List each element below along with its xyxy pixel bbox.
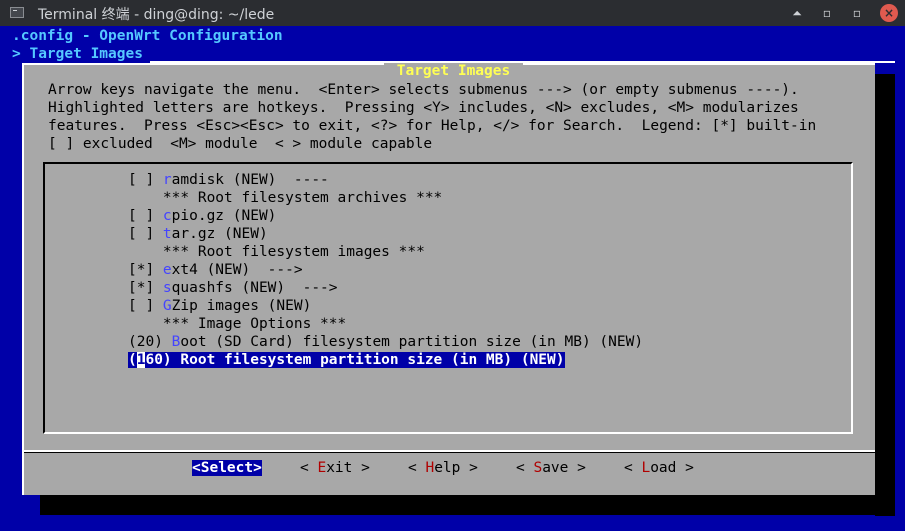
menu-item-squashfs[interactable]: [*] squashfs (NEW) --->: [128, 280, 338, 296]
hotkey-letter: G: [162, 298, 172, 314]
menu-comment-options: *** Image Options ***: [162, 316, 347, 332]
window-title: Terminal 终端 - ding@ding: ~/lede: [38, 7, 275, 23]
menu-item-ramdisk[interactable]: [ ] ramdisk (NEW) ----: [128, 172, 329, 188]
hotkey-letter: t: [162, 226, 172, 242]
help-button[interactable]: < Help >: [408, 460, 478, 476]
menu-item-targz[interactable]: [ ] tar.gz (NEW): [128, 226, 268, 242]
minimize-icon[interactable]: ▫: [818, 4, 836, 22]
dialog-shadow: [875, 74, 895, 516]
hotkey-letter: c: [162, 208, 172, 224]
select-button[interactable]: <Select>: [192, 460, 262, 476]
terminal-icon: [10, 7, 24, 18]
close-icon[interactable]: ×: [880, 4, 898, 22]
window-titlebar: Terminal 终端 - ding@ding: ~/lede ⏶ ▫ ▫ ×: [0, 0, 905, 26]
button-separator-shadow: [24, 452, 875, 453]
menu-comment-archives: *** Root filesystem archives ***: [162, 190, 443, 206]
help-text-line: features. Press <Esc><Esc> to exit, <?> …: [48, 118, 817, 134]
hotkey-letter: L: [641, 460, 651, 476]
hotkey-letter: r: [162, 172, 172, 188]
menu-item-boot-partition-size[interactable]: (20) Boot (SD Card) filesystem partition…: [128, 334, 643, 350]
dialog-shadow: [40, 495, 895, 515]
hotkey-letter: S: [533, 460, 543, 476]
menu-item-ext4[interactable]: [*] ext4 (NEW) --->: [128, 262, 303, 278]
hotkey-letter: E: [317, 460, 327, 476]
menu-item-gzip-images[interactable]: [ ] GZip images (NEW): [128, 298, 311, 314]
config-title: .config - OpenWrt Configuration: [12, 28, 283, 44]
load-button[interactable]: < Load >: [624, 460, 694, 476]
menu-comment-images: *** Root filesystem images ***: [162, 244, 425, 260]
menu-item-cpio[interactable]: [ ] cpio.gz (NEW): [128, 208, 276, 224]
maximize-icon[interactable]: ▫: [848, 4, 866, 22]
help-text-line: Arrow keys navigate the menu. <Enter> se…: [48, 82, 799, 98]
dialog-title: Target Images: [384, 63, 523, 79]
breadcrumb: > Target Images: [12, 46, 143, 62]
help-text-line: [ ] excluded <M> module < > module capab…: [48, 136, 433, 152]
save-button[interactable]: < Save >: [516, 460, 586, 476]
exit-button[interactable]: < Exit >: [300, 460, 370, 476]
hotkey-letter: s: [162, 280, 172, 296]
hotkey-letter: e: [162, 262, 172, 278]
help-text-line: Highlighted letters are hotkeys. Pressin…: [48, 100, 799, 116]
shade-icon[interactable]: ⏶: [788, 4, 806, 22]
menu-item-root-partition-size-selected[interactable]: (160) Root filesystem partition size (in…: [128, 352, 565, 368]
hotkey-letter: H: [425, 460, 435, 476]
